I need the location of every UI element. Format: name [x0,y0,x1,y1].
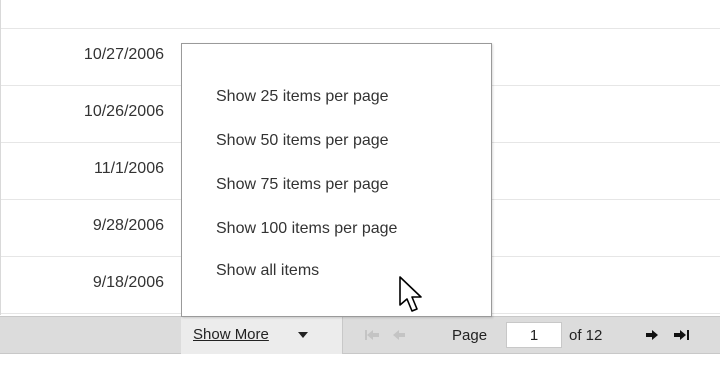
page-label: Page [452,327,488,344]
date-cell: 10/26/2006 [83,103,164,120]
date-cell: 11/1/2006 [94,160,164,177]
page-count-label: of 12 [569,327,603,344]
first-page-icon[interactable] [363,327,381,343]
table-top-row [1,0,720,29]
page-viewport: 10/27/2006 ration 10/26/2006 ration 11/1… [0,0,720,377]
pagination-bar: Show More Page of 12 [0,316,720,354]
chevron-down-icon [298,332,308,338]
menu-item-show-75[interactable]: Show 75 items per page [216,176,389,194]
show-more-label: Show More [193,326,269,343]
last-page-icon[interactable] [673,327,691,343]
next-page-icon[interactable] [643,327,661,343]
menu-item-show-all[interactable]: Show all items [216,262,319,280]
page-number-input[interactable] [506,322,562,348]
items-per-page-menu: Show 25 items per page Show 50 items per… [181,43,492,317]
previous-page-icon[interactable] [390,327,408,343]
show-more-button[interactable]: Show More [181,317,343,354]
mouse-pointer-icon [399,276,422,312]
date-cell: 9/18/2006 [92,274,164,291]
menu-item-show-100[interactable]: Show 100 items per page [216,220,397,238]
menu-item-show-25[interactable]: Show 25 items per page [216,88,389,106]
date-cell: 9/28/2006 [92,217,164,234]
menu-item-show-50[interactable]: Show 50 items per page [216,132,389,150]
date-cell: 10/27/2006 [83,46,164,63]
